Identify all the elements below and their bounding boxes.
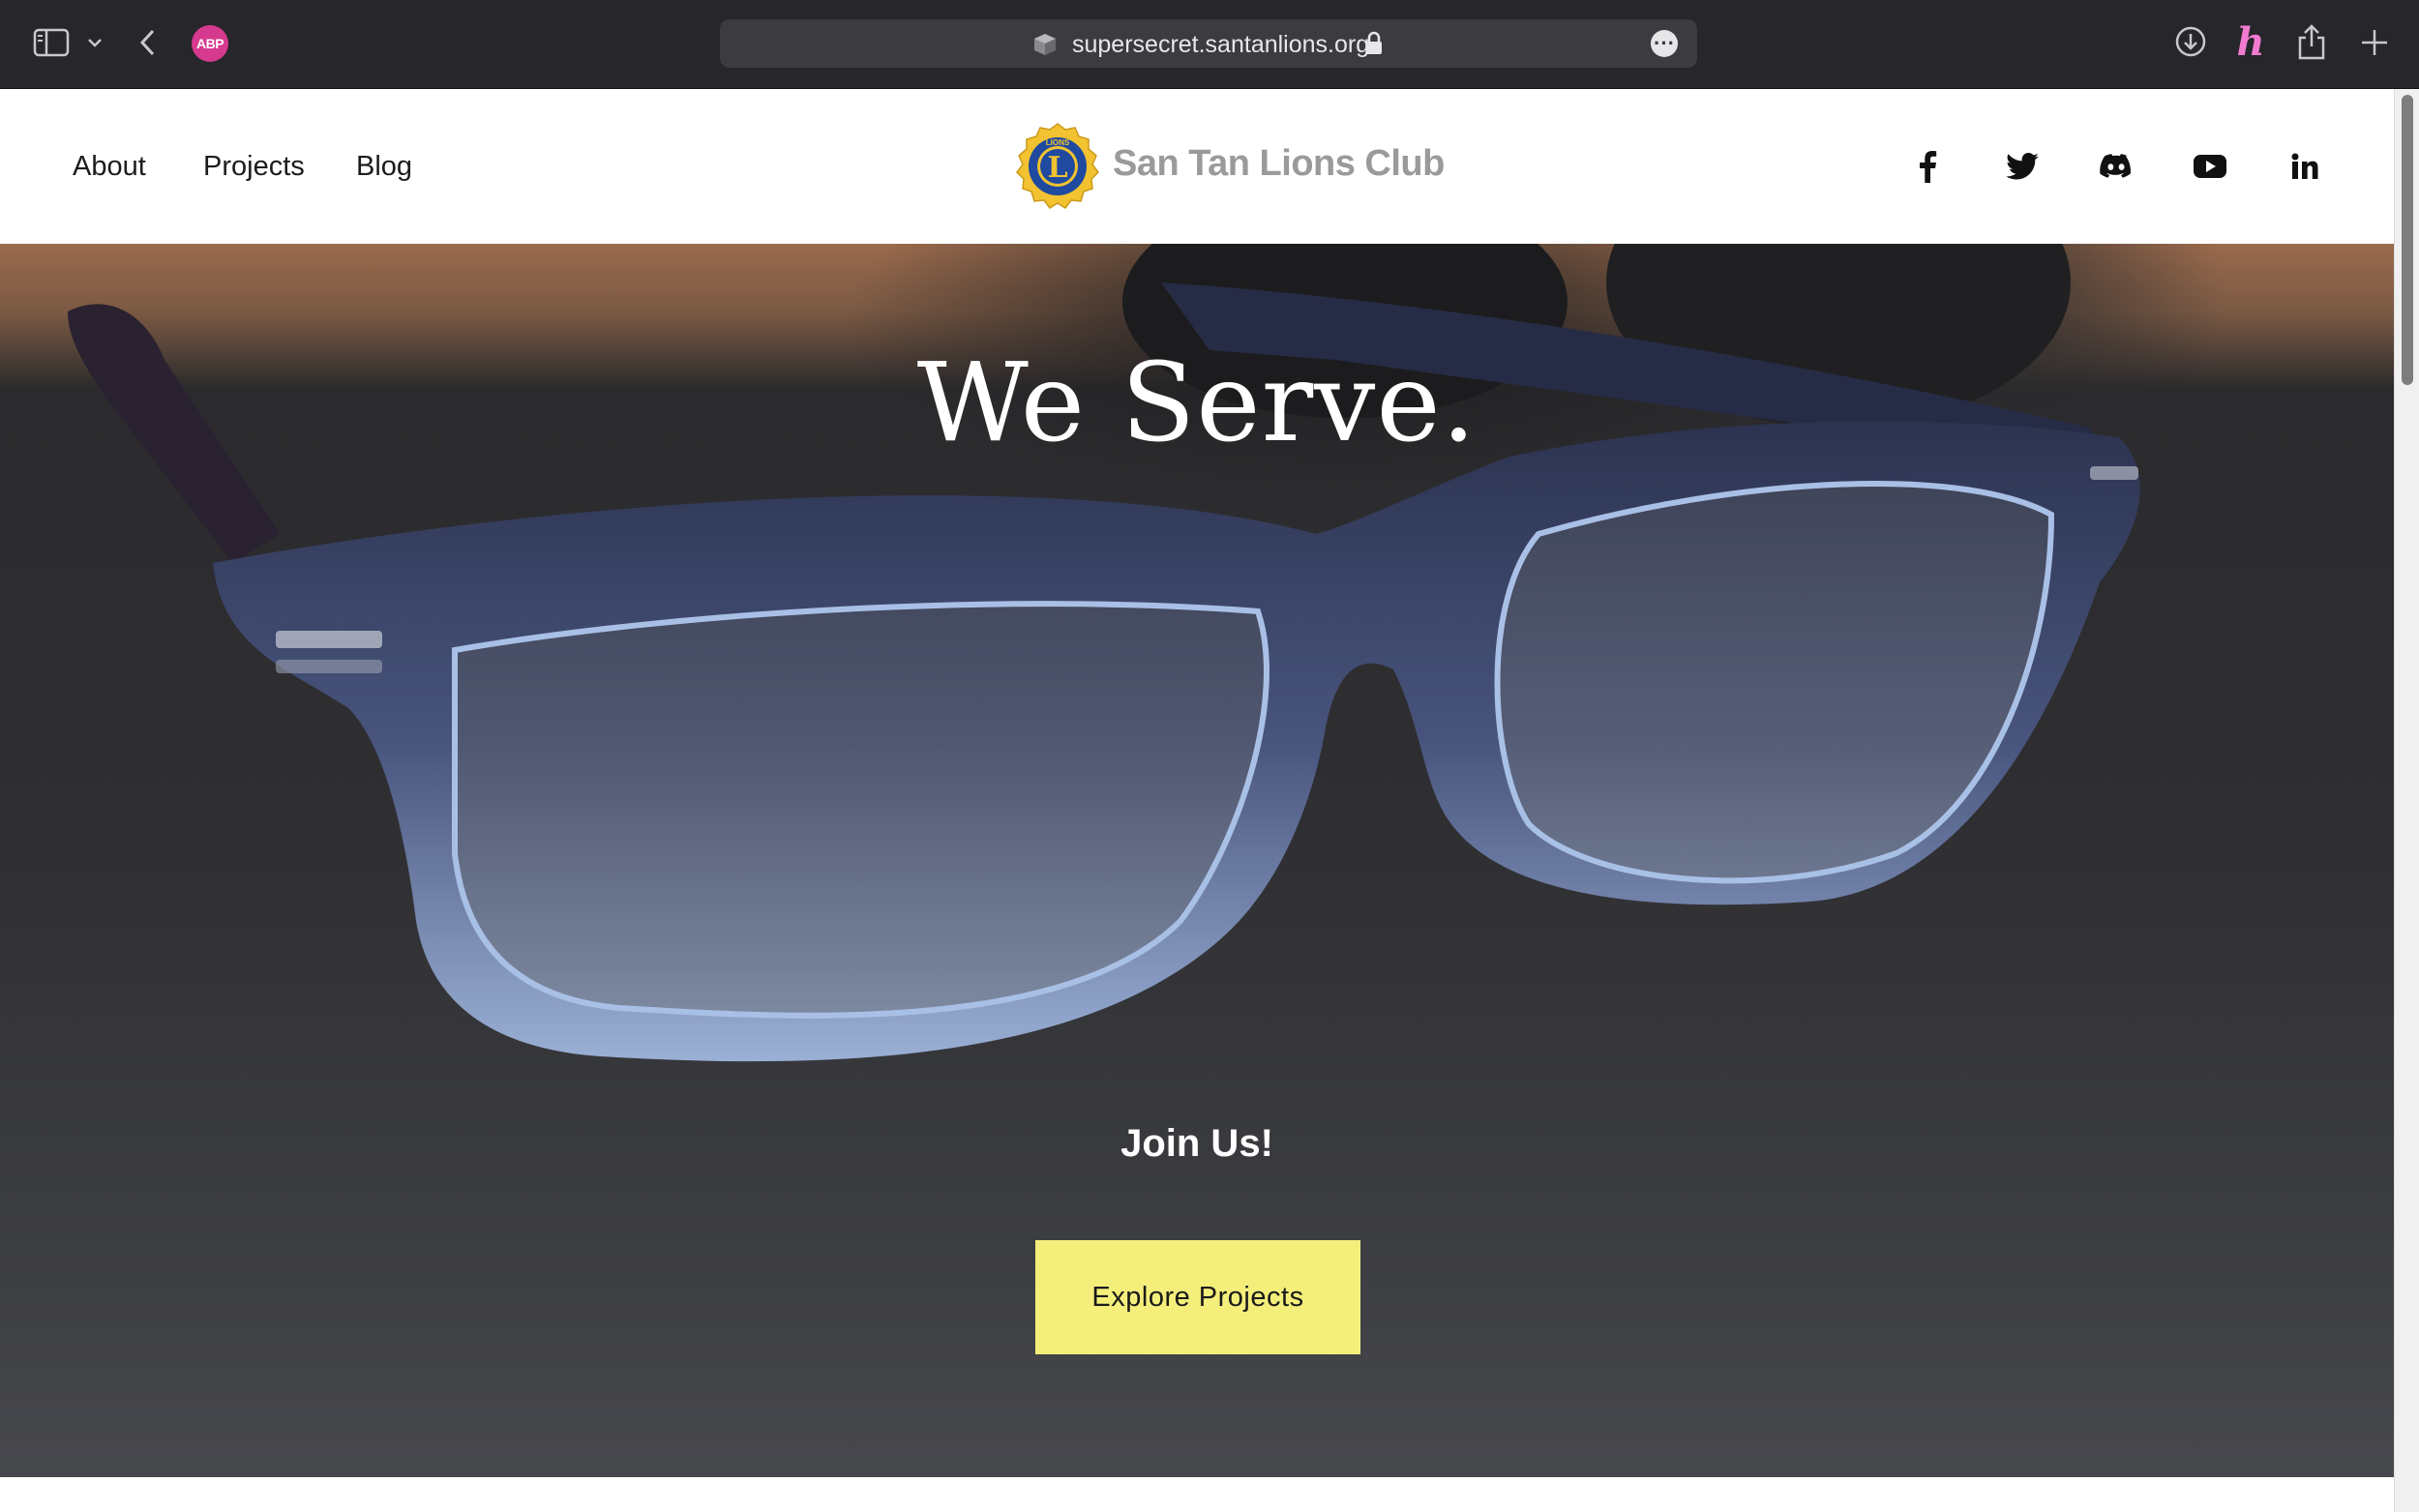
cube-icon: [1031, 31, 1059, 58]
lions-emblem-icon: L LIONS: [1016, 123, 1099, 210]
site-logo[interactable]: L LIONS San Tan Lions Club: [1011, 122, 1445, 211]
scrollbar-thumb[interactable]: [2402, 95, 2413, 385]
share-icon[interactable]: [2295, 21, 2328, 62]
logo-text: San Tan Lions Club: [1113, 143, 1445, 184]
hero-title: We Serve.: [916, 341, 1478, 466]
back-arrow-icon[interactable]: [134, 25, 163, 60]
chevron-down-icon[interactable]: [83, 31, 106, 54]
explore-projects-button[interactable]: Explore Projects: [1035, 1240, 1360, 1354]
svg-text:LIONS: LIONS: [1046, 138, 1070, 147]
download-icon[interactable]: [2174, 25, 2207, 58]
svg-text:L: L: [1047, 151, 1067, 185]
honey-icon[interactable]: h: [2233, 19, 2268, 65]
hero-section: We Serve. Join Us! Explore Projects: [0, 244, 2394, 1477]
lock-icon: [1364, 30, 1384, 57]
hero-subtitle: Join Us!: [1120, 1122, 1273, 1165]
discord-icon[interactable]: [2095, 145, 2137, 188]
twitter-icon[interactable]: [2001, 145, 2044, 188]
sidebar-icon[interactable]: [33, 27, 70, 58]
new-tab-plus-icon[interactable]: [2357, 25, 2392, 60]
nav-projects[interactable]: Projects: [203, 147, 305, 186]
site-header: About Projects Blog L LIONS San Tan Lion…: [0, 89, 2394, 244]
browser-toolbar: ABP supersecret.santanlions.org ··· h: [0, 0, 2419, 89]
nav-about[interactable]: About: [73, 147, 146, 186]
facebook-icon[interactable]: [1906, 145, 1949, 188]
adblock-icon[interactable]: ABP: [192, 25, 228, 62]
scrollbar[interactable]: [2394, 89, 2419, 1512]
page-bottom: [0, 1477, 2394, 1512]
youtube-icon[interactable]: [2189, 145, 2231, 188]
address-bar[interactable]: supersecret.santanlions.org ···: [720, 19, 1697, 68]
more-icon[interactable]: ···: [1651, 30, 1678, 57]
linkedin-icon[interactable]: [2284, 145, 2326, 188]
url-text[interactable]: supersecret.santanlions.org: [1072, 31, 1369, 58]
nav-blog[interactable]: Blog: [356, 147, 412, 186]
